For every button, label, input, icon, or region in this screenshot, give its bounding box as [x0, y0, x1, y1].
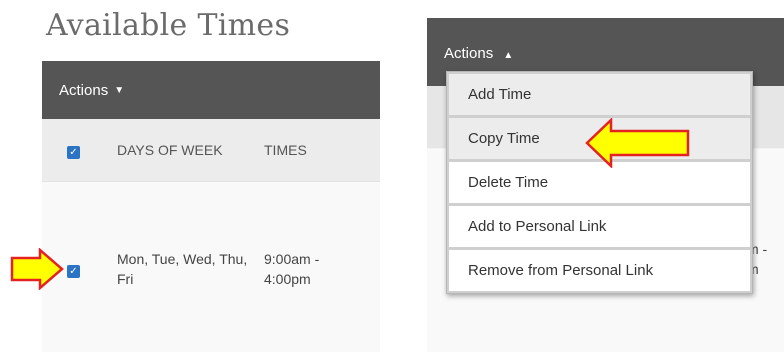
table-row: ✓ Mon, Tue, Wed, Thu, Fri 9:00am - 4:00p…: [42, 182, 380, 352]
menu-item-remove-from-personal-link[interactable]: Remove from Personal Link: [447, 248, 752, 293]
column-header-days: DAYS OF WEEK: [117, 142, 223, 158]
menu-item-add-to-personal-link[interactable]: Add to Personal Link: [447, 204, 752, 249]
available-times-panel: Actions ▼ ✓ DAYS OF WEEK TIMES ✓ Mon, Tu…: [42, 61, 380, 352]
row-checkbox[interactable]: ✓: [67, 265, 80, 278]
caret-down-icon: ▼: [114, 84, 125, 96]
caret-up-icon: ▲: [503, 50, 514, 61]
row-times: 9:00am - 4:00pm: [264, 251, 320, 287]
yellow-arrow-icon: [10, 248, 64, 290]
yellow-arrow-icon: [585, 118, 690, 168]
page-title: Available Times: [46, 8, 291, 43]
actions-dropdown-button[interactable]: Actions ▼: [42, 61, 380, 119]
select-all-checkbox[interactable]: ✓: [67, 146, 80, 159]
column-header-times: TIMES: [264, 142, 307, 158]
menu-item-add-time[interactable]: Add Time: [447, 72, 752, 117]
table-header: ✓ DAYS OF WEEK TIMES: [42, 119, 380, 182]
actions-dropdown-menu: Add Time Copy Time Delete Time Add to Pe…: [446, 71, 753, 294]
row-days-of-week: Mon, Tue, Wed, Thu, Fri: [117, 251, 248, 287]
actions-label: Actions: [59, 81, 109, 99]
actions-label: Actions: [444, 45, 494, 62]
